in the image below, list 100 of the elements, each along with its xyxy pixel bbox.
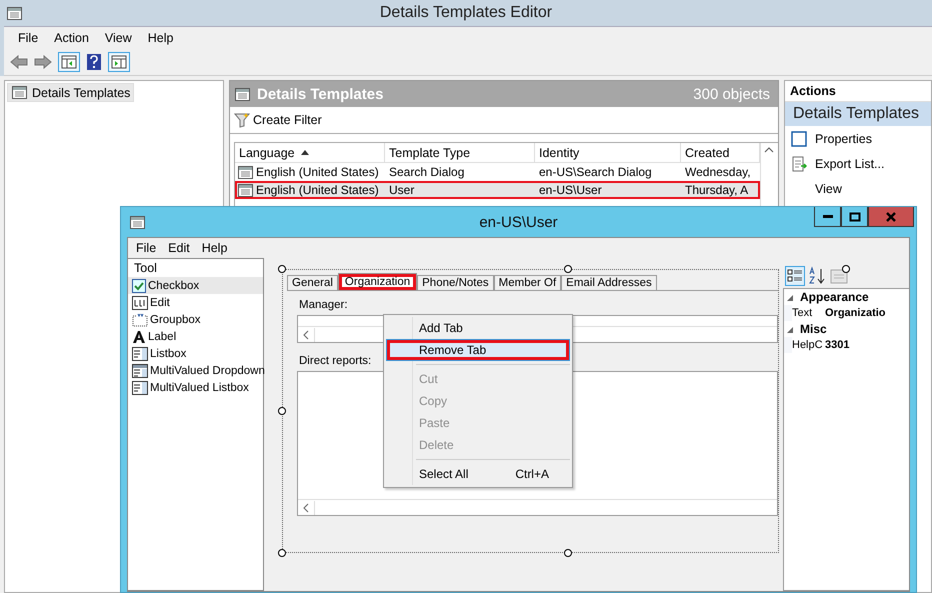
property-name: Text [792, 307, 814, 319]
table-cell-text: en-US\Search Dialog [538, 165, 653, 179]
property-name: HelpC [792, 339, 824, 351]
property-value[interactable]: Organizatio [825, 307, 909, 319]
column-header[interactable]: Created [681, 143, 760, 162]
listbox-icon [132, 346, 148, 360]
resize-handle[interactable] [278, 265, 286, 273]
minimize-icon [822, 215, 832, 218]
back-arrow-icon[interactable] [10, 55, 28, 69]
template-icon [237, 164, 254, 180]
tab[interactable]: Member Of [494, 275, 562, 290]
listbox-icon [132, 380, 148, 394]
command-label: View [815, 182, 842, 196]
resize-handle[interactable] [564, 549, 572, 557]
maximize-icon [848, 212, 860, 222]
pane-command[interactable]: Properties [785, 126, 931, 151]
table-cell-text: Wednesday, [684, 165, 752, 179]
toolbox-item-label: Edit [150, 296, 170, 308]
template-icon [237, 182, 254, 198]
menu-item[interactable]: Help [140, 29, 182, 47]
app-icon [6, 6, 23, 20]
toolbox-item-label: Label [148, 330, 176, 342]
tab[interactable]: Phone/Notes [417, 275, 494, 290]
window-title: Details Templates Editor [378, 4, 554, 22]
menu-item[interactable]: Add Tab [386, 317, 570, 339]
tree-item[interactable]: Details Templates [7, 83, 134, 102]
menu-item[interactable]: Action [46, 29, 97, 47]
sort-alphabetical-icon[interactable] [808, 266, 826, 286]
app-icon [129, 214, 146, 230]
resize-handle[interactable] [278, 549, 286, 557]
table-cell-text: User [388, 183, 416, 197]
toolbox-item-label: MultiValued Dropdown [150, 364, 265, 376]
toolbox-item-label: Groupbox [150, 314, 201, 326]
tab[interactable]: Organization [338, 273, 418, 290]
toolbox-item[interactable]: Edit [128, 294, 263, 311]
close-icon [885, 212, 897, 222]
template-icon [234, 86, 251, 102]
show-tree-icon[interactable] [58, 52, 80, 72]
field-label: Direct reports: [299, 355, 372, 367]
menu-item[interactable]: Remove Tab [386, 339, 570, 361]
panel-title: Details Templates [257, 86, 384, 102]
checkbox-icon [132, 278, 146, 292]
help-icon[interactable] [86, 53, 102, 71]
close-button[interactable] [868, 207, 914, 227]
pane-command[interactable]: View [785, 176, 931, 201]
toolbox-item-label: Listbox [150, 348, 186, 360]
command-label: Properties [815, 132, 872, 146]
pane-command[interactable]: Export List... [785, 151, 931, 176]
menu-item[interactable]: Select All Ctrl+A [386, 463, 570, 485]
table-cell: English (United States) [235, 164, 385, 180]
template-icon [11, 85, 28, 100]
column-header[interactable]: Identity [535, 143, 681, 162]
menu-item[interactable]: File [10, 29, 46, 47]
toolbox-item[interactable]: MultiValued Listbox [128, 379, 263, 396]
letter-a-icon [132, 330, 146, 344]
table-row[interactable]: English (United States) User en-US\User Thursday, A [235, 181, 760, 199]
toolbox-item[interactable]: Label [128, 328, 263, 345]
toolbox-item[interactable]: Checkbox [128, 277, 263, 294]
tab[interactable]: General [287, 275, 338, 290]
field-label: Manager: [299, 299, 349, 311]
table-cell: English (United States) [235, 182, 385, 198]
toolbox-item[interactable]: Listbox [128, 345, 263, 362]
object-count: 300 objects [693, 86, 770, 102]
column-header[interactable]: Template Type [385, 143, 535, 162]
resize-handle[interactable] [278, 407, 286, 415]
menu-item[interactable]: View [96, 29, 140, 47]
forward-arrow-icon[interactable] [34, 55, 52, 69]
textbox-icon [132, 296, 148, 310]
categorized-icon[interactable] [785, 266, 805, 286]
property-pages-icon[interactable] [829, 267, 849, 285]
toolbox-item-label: Checkbox [148, 280, 200, 292]
dropdown-icon [132, 364, 148, 378]
tab[interactable]: Email Addresses [561, 275, 657, 290]
property-category: Appearance [800, 290, 869, 304]
table-row[interactable]: English (United States) Search Dialog en-US\Search Dialog Wednesday, [235, 163, 760, 181]
command-label: Export List... [815, 156, 884, 170]
maximize-button[interactable] [841, 207, 868, 227]
properties-icon [791, 130, 807, 146]
table-cell-text: Thursday, A [684, 183, 750, 197]
resize-handle[interactable] [842, 265, 850, 273]
groupbox-icon [132, 312, 148, 326]
tree-item-label: Details Templates [32, 86, 130, 100]
property-category: Misc [800, 322, 827, 336]
menu-item[interactable]: Help [196, 240, 234, 256]
toolbox-item[interactable]: MultiValued Dropdown [128, 362, 263, 379]
column-header-label: Identity [539, 146, 580, 160]
property-value[interactable]: 3301 [825, 339, 909, 351]
column-header-label: Language [239, 146, 295, 160]
table-cell-text: en-US\User [538, 183, 603, 197]
toolbox-item[interactable]: Groupbox [128, 311, 263, 328]
menu-item[interactable]: File [130, 240, 162, 256]
column-header[interactable]: Language [235, 143, 385, 162]
resize-handle[interactable] [564, 265, 572, 273]
create-filter-button[interactable]: Create Filter [232, 111, 324, 129]
funnel-icon [234, 112, 250, 128]
menu-item[interactable]: Edit [162, 240, 196, 256]
toolbox-item-label: MultiValued Listbox [150, 382, 249, 394]
column-header-label: Created [685, 146, 730, 160]
show-actions-icon[interactable] [108, 52, 130, 72]
minimize-button[interactable] [814, 207, 841, 227]
